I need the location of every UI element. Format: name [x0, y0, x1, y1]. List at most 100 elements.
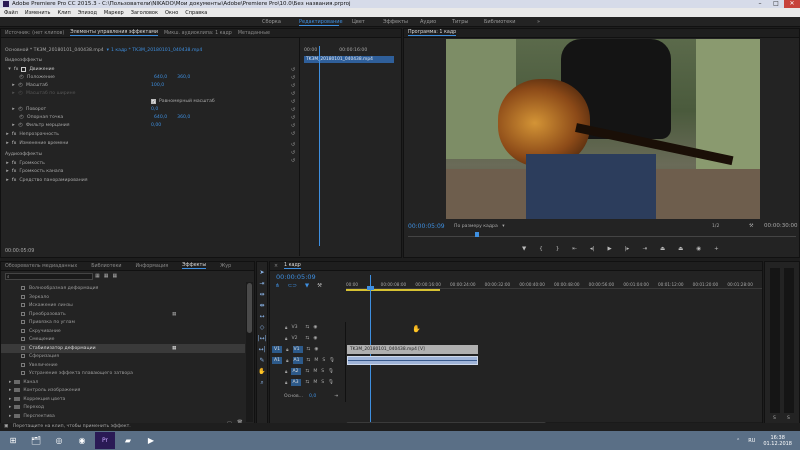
settings-wrench-icon[interactable]: ⚒: [317, 283, 322, 289]
go-to-in-icon[interactable]: ⇤: [572, 246, 577, 252]
expand-arrow-icon[interactable]: ▸: [5, 160, 10, 166]
pen-tool-icon[interactable]: ✎: [259, 357, 264, 364]
track-label[interactable]: V3: [291, 325, 301, 330]
master-clip-selector[interactable]: Основной * TK3M_20180101_040438.mp4 ▾ 1 …: [5, 46, 202, 54]
volume-row[interactable]: ▸ fx Громкость: [5, 159, 45, 167]
extract-icon[interactable]: ⏏: [678, 246, 683, 252]
eye-icon[interactable]: ◉: [314, 347, 318, 352]
add-marker-icon[interactable]: ▼: [305, 283, 309, 289]
workspace-assembly[interactable]: Сборка: [262, 19, 281, 25]
fx-badge-icon[interactable]: fx: [12, 178, 16, 183]
uniform-scale-checkbox[interactable]: ✓: [151, 98, 156, 104]
ripple-edit-tool-icon[interactable]: ⇹: [259, 291, 264, 298]
maximize-button[interactable]: □: [768, 0, 784, 8]
export-frame-icon[interactable]: ◉: [696, 246, 701, 252]
taskbar-chrome-icon[interactable]: ◎: [49, 432, 69, 449]
expand-arrow-icon[interactable]: ▸: [5, 177, 10, 183]
32bit-effects-icon[interactable]: ▦: [104, 273, 109, 279]
timeline-ruler[interactable]: 00:00 00:00:08:00 00:00:16:00 00:00:24:00 00…: [346, 275, 762, 289]
tab-effect-controls[interactable]: Элементы управления эффектами: [70, 30, 159, 36]
selection-tool-icon[interactable]: ➤: [259, 269, 264, 276]
sync-lock-icon[interactable]: ⇆: [305, 380, 309, 385]
reset-icon[interactable]: ↺: [291, 74, 298, 82]
solo-button[interactable]: S: [321, 369, 324, 374]
tab-source[interactable]: Источник: (нет клипов): [5, 31, 64, 36]
expand-arrow-icon[interactable]: ▸: [5, 140, 10, 146]
lock-icon[interactable]: 🔒︎: [285, 336, 287, 342]
list-item[interactable]: Волнообразная деформация: [21, 284, 98, 293]
language-indicator[interactable]: RU: [748, 438, 755, 444]
expand-arrow-icon[interactable]: ▸: [11, 82, 16, 88]
taskbar-premiere-icon[interactable]: Pr: [95, 432, 115, 449]
work-area-bar[interactable]: [346, 289, 440, 291]
list-item[interactable]: Искажение линзы: [21, 301, 73, 310]
track-label[interactable]: A2: [291, 368, 302, 375]
taskbar-explorer-icon[interactable]: 🗂︎: [26, 432, 46, 449]
taskbar-folder-icon[interactable]: ▰: [118, 432, 138, 449]
fx-badge-icon[interactable]: fx: [12, 132, 16, 137]
track-label[interactable]: V2: [291, 336, 301, 341]
resolution-dropdown[interactable]: 1/2: [712, 224, 719, 229]
taskbar-media-icon[interactable]: ▶: [141, 432, 161, 449]
audio-clip[interactable]: [347, 356, 478, 365]
source-patch-v1[interactable]: V1: [272, 346, 283, 353]
clock[interactable]: 16:38 01.12.2018: [763, 435, 792, 447]
solo-button[interactable]: S: [321, 380, 324, 385]
eye-icon[interactable]: ◉: [313, 336, 317, 341]
mark-out-icon[interactable]: }: [556, 246, 560, 252]
sync-lock-icon[interactable]: ⇆: [305, 336, 309, 341]
motion-transform-icon[interactable]: [21, 66, 27, 72]
mic-icon[interactable]: 🎙︎: [329, 358, 335, 363]
tab-program[interactable]: Программа: 1 кадр: [408, 30, 457, 36]
workspace-more[interactable]: »: [537, 19, 540, 25]
workspace-effects[interactable]: Эффекты: [383, 19, 408, 25]
reset-icon[interactable]: ↺: [291, 90, 298, 98]
reset-icon[interactable]: ↺: [291, 122, 298, 130]
playhead-handle[interactable]: [367, 286, 374, 290]
add-marker-icon[interactable]: ▼: [522, 246, 526, 252]
menu-file[interactable]: Файл: [4, 10, 18, 16]
tab-sequence[interactable]: 1 кадр: [284, 263, 301, 269]
expand-arrow-icon[interactable]: ▸: [5, 131, 10, 137]
workspace-titles[interactable]: Титры: [452, 19, 468, 25]
folder-item[interactable]: ▸ Контроль изображения: [9, 386, 80, 395]
eye-icon[interactable]: ◉: [313, 325, 317, 330]
menu-sequence[interactable]: Эпизод: [78, 10, 97, 16]
sync-lock-icon[interactable]: ⇆: [305, 325, 309, 330]
start-button[interactable]: ⊞: [3, 432, 23, 449]
tab-audio-clip-mixer[interactable]: Микш. аудиоклипа: 1 кадр: [164, 31, 232, 36]
menu-edit[interactable]: Изменить: [25, 10, 51, 16]
motion-row[interactable]: ▾ fx Движение: [7, 65, 54, 73]
razor-tool-icon[interactable]: ◇: [260, 324, 265, 331]
stopwatch-icon[interactable]: ◴: [19, 74, 24, 80]
effect-controls-timecode[interactable]: 00:00:05:09: [5, 249, 34, 254]
tray-up-arrow-icon[interactable]: ⌃: [736, 438, 740, 444]
tab-media-browser[interactable]: Обозреватель медиаданных: [5, 264, 77, 269]
hand-tool-icon[interactable]: ✋: [258, 368, 265, 375]
stopwatch-icon[interactable]: ◴: [19, 114, 24, 120]
play-icon[interactable]: ▶: [607, 246, 611, 252]
add-button-icon[interactable]: +: [714, 246, 719, 252]
close-tab-icon[interactable]: ×: [274, 264, 278, 269]
expand-arrow-icon[interactable]: ▸: [5, 168, 10, 174]
reset-icon[interactable]: ↺: [291, 114, 298, 122]
lift-icon[interactable]: ⏏: [660, 246, 665, 252]
go-to-out-icon[interactable]: ⇥: [642, 246, 647, 252]
slip-tool-icon[interactable]: |↔|: [257, 335, 266, 342]
reset-icon[interactable]: ↺: [291, 157, 298, 165]
reset-icon[interactable]: ↺: [291, 130, 298, 138]
slide-tool-icon[interactable]: ↔|: [258, 346, 265, 353]
sync-lock-icon[interactable]: ⇆: [307, 358, 311, 363]
lock-icon[interactable]: 🔒︎: [286, 347, 288, 353]
effects-scrollbar[interactable]: [246, 282, 253, 422]
workspace-color[interactable]: Цвет: [352, 19, 365, 25]
reset-icon[interactable]: ↺: [291, 98, 298, 106]
source-patch-a1[interactable]: A1: [272, 357, 283, 364]
step-forward-icon[interactable]: |▸: [625, 246, 630, 252]
track-label[interactable]: A3: [291, 379, 302, 386]
solo-left-button[interactable]: S: [773, 416, 776, 421]
mic-icon[interactable]: 🎙︎: [328, 380, 334, 385]
rolling-edit-tool-icon[interactable]: ⇼: [259, 302, 264, 309]
fit-dropdown[interactable]: По размеру кадра ▾: [454, 224, 505, 229]
reset-icon[interactable]: ↺: [291, 66, 298, 74]
